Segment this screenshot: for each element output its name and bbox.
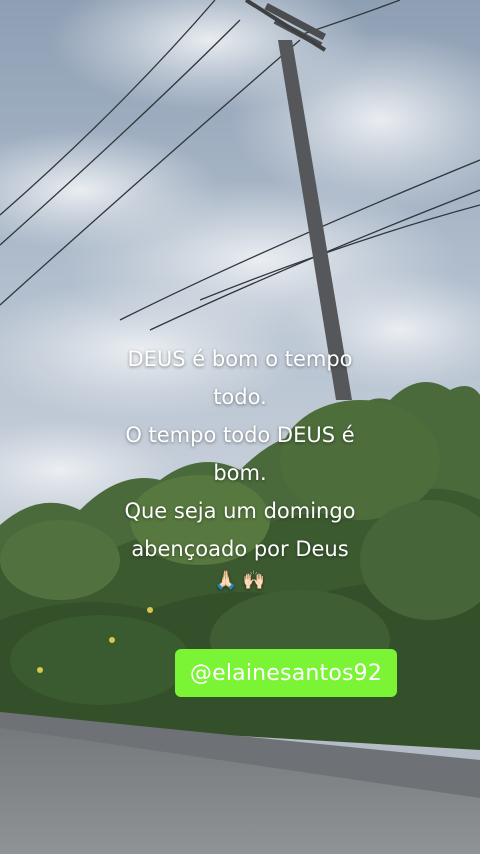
mention-sticker[interactable]: @elainesantos92 bbox=[175, 649, 397, 697]
caption-line: abençoado por Deus bbox=[131, 537, 349, 561]
story-caption: DEUS é bom o tempo todo. O tempo todo DE… bbox=[0, 340, 480, 594]
caption-line: O tempo todo DEUS é bbox=[125, 423, 355, 447]
mention-username: @elainesantos92 bbox=[189, 660, 383, 686]
caption-line: bom. bbox=[213, 461, 267, 485]
caption-line: DEUS é bom o tempo bbox=[127, 347, 353, 371]
story-viewer: DEUS é bom o tempo todo. O tempo todo DE… bbox=[0, 0, 480, 854]
caption-line: todo. bbox=[213, 385, 267, 409]
caption-line: Que seja um domingo bbox=[124, 499, 356, 523]
praying-hands-icon: 🙏🏻 🙌🏻 bbox=[214, 570, 266, 591]
